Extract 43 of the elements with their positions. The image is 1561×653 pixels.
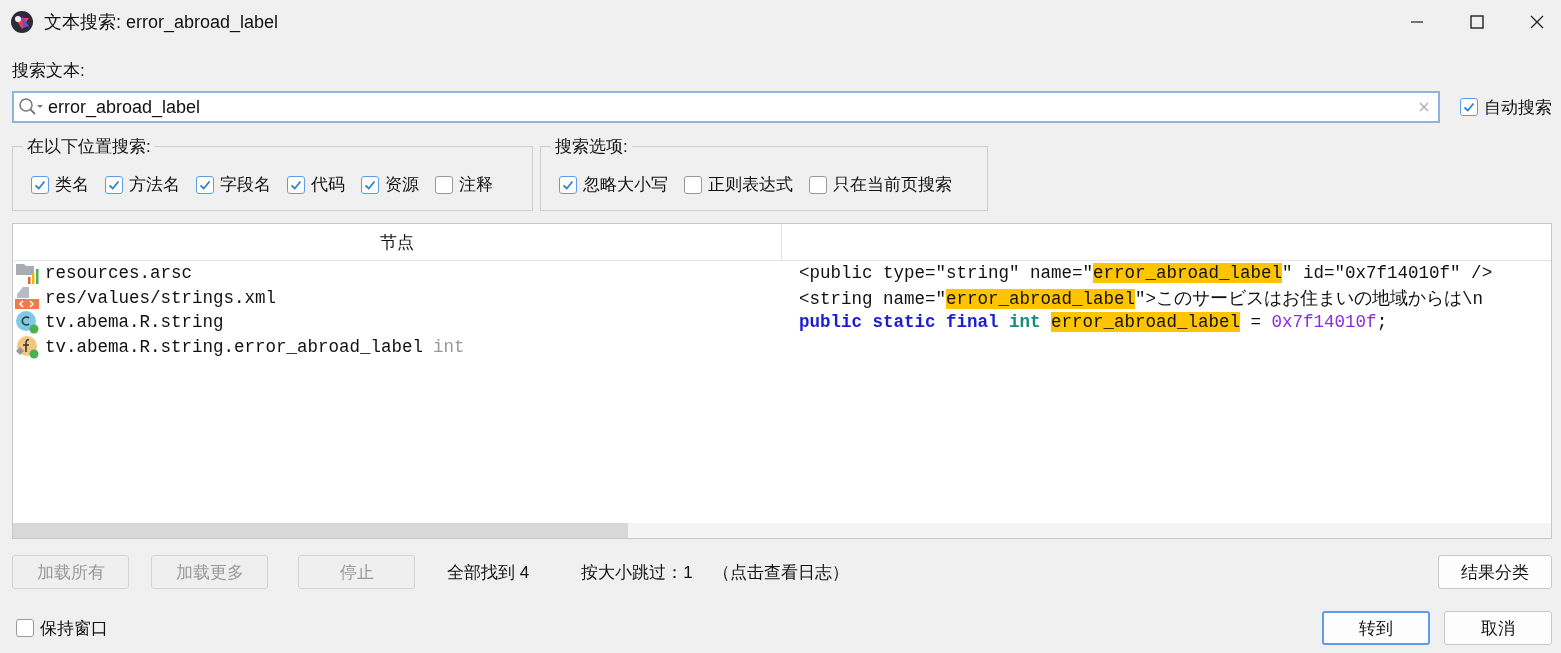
- skipped-count: 按大小跳过：1: [581, 561, 693, 584]
- column-header[interactable]: 节点: [13, 224, 782, 260]
- keep-window-checkbox[interactable]: 保持窗口: [16, 616, 108, 640]
- found-count: 全部找到 4: [447, 561, 530, 584]
- search-location-checkbox[interactable]: 注释: [435, 173, 493, 196]
- search-location-checkbox[interactable]: 字段名: [196, 173, 271, 196]
- search-option-checkbox[interactable]: 正则表达式: [684, 173, 793, 196]
- dialog-button[interactable]: 取消: [1444, 611, 1552, 645]
- auto-search-checkbox[interactable]: 自动搜索: [1460, 95, 1552, 119]
- dialog-button[interactable]: 转到: [1322, 611, 1430, 645]
- resource-file-icon: [15, 261, 39, 286]
- checkmark-icon: [1462, 100, 1476, 114]
- horizontal-scrollbar[interactable]: [13, 523, 1551, 538]
- node-name[interactable]: tv.abema.R.string: [45, 312, 224, 333]
- code-line: public static final int error_abroad_label = 0x7f14010f;: [799, 312, 1388, 333]
- node-name[interactable]: resources.arsc: [45, 263, 193, 284]
- close-icon[interactable]: [1529, 14, 1545, 30]
- group-results-button[interactable]: 结果分类: [1438, 555, 1552, 589]
- search-text: error_abroad_label: [48, 96, 202, 118]
- code-line: <string name="error_abroad_label">このサービスはお住まいの地域からは\n: [799, 288, 1484, 309]
- view-log-link[interactable]: （点击查看日志）: [712, 560, 849, 584]
- search-icon: [18, 97, 44, 117]
- window-title: 文本搜索: error_abroad_label: [44, 11, 279, 34]
- field-icon: [15, 334, 39, 359]
- search-field[interactable]: error_abroad_label: [12, 91, 1440, 123]
- xml-file-icon: [15, 285, 39, 310]
- search-location-checkbox[interactable]: 代码: [287, 173, 345, 196]
- class-icon: [15, 310, 39, 335]
- code-line: <public type="string" name="error_abroad_label" id="0x7f14010f" />: [799, 263, 1493, 284]
- app-logo-icon: [10, 10, 34, 34]
- group-title: 在以下位置搜索:: [26, 136, 152, 158]
- clear-icon[interactable]: [1418, 101, 1430, 113]
- node-name[interactable]: tv.abema.R.string.error_abroad_label: [45, 336, 424, 357]
- search-option-checkbox[interactable]: 只在当前页搜索: [809, 173, 952, 196]
- search-location-checkbox[interactable]: 资源: [361, 173, 419, 196]
- search-option-checkbox[interactable]: 忽略大小写: [559, 173, 668, 196]
- search-location-checkbox[interactable]: 方法名: [105, 173, 180, 196]
- search-label: 搜索文本:: [12, 60, 86, 82]
- node-type: int: [433, 336, 465, 357]
- maximize-icon[interactable]: [1469, 14, 1485, 30]
- node-name[interactable]: res/values/strings.xml: [45, 287, 277, 308]
- search-location-checkbox[interactable]: 类名: [31, 173, 89, 196]
- group-title: 搜索选项:: [554, 136, 629, 158]
